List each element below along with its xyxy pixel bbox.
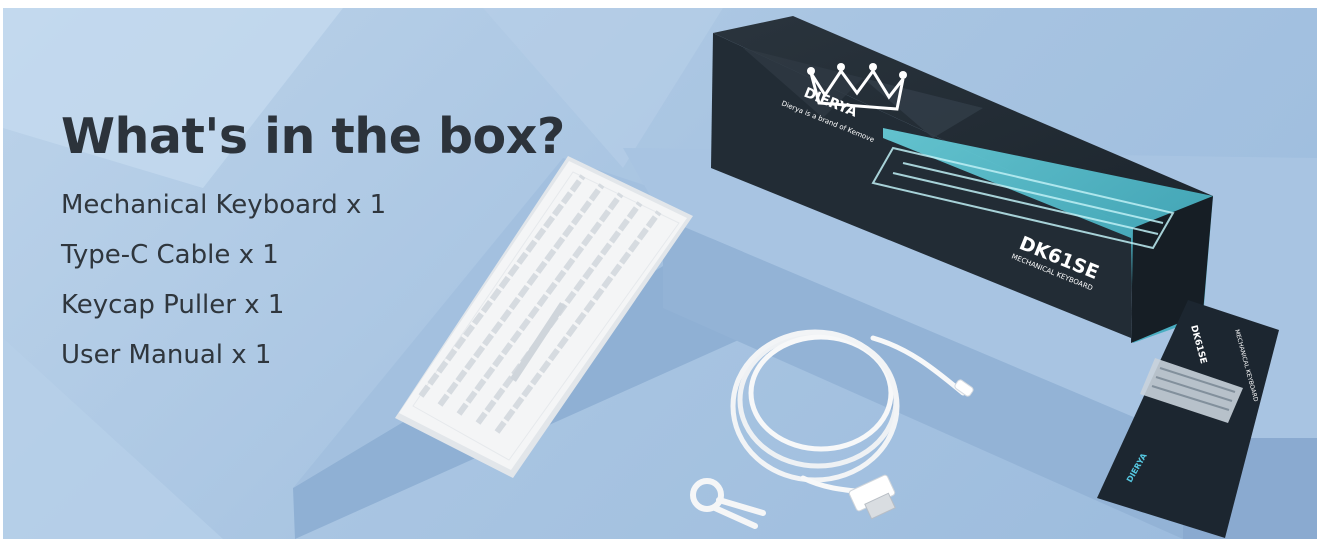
product-banner: DIERYA Dierya is a brand of Kemove DK61S… xyxy=(3,8,1317,539)
list-item: User Manual x 1 xyxy=(61,340,272,370)
box-contents-list: Mechanical Keyboard x 1 Type-C Cable x 1… xyxy=(61,188,386,388)
list-item: Keycap Puller x 1 xyxy=(61,290,285,320)
list-item: Mechanical Keyboard x 1 xyxy=(61,190,387,220)
list-item: Type-C Cable x 1 xyxy=(61,240,279,270)
keycap-puller xyxy=(690,478,766,529)
headline: What's in the box? xyxy=(61,108,565,165)
